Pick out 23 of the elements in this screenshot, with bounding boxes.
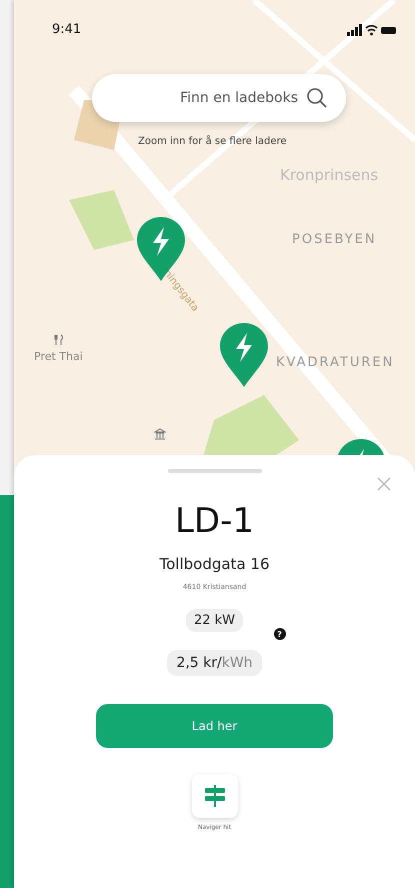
help-button[interactable]: ? <box>274 628 286 640</box>
close-icon[interactable] <box>377 477 391 491</box>
power-chip: 22 kW <box>186 609 244 632</box>
search-icon[interactable] <box>306 87 328 109</box>
map-label: POSEBYEN <box>292 232 377 247</box>
map-label: Pret Thai <box>34 350 83 363</box>
charger-name: LD-1 <box>174 501 254 541</box>
park-area <box>69 190 134 250</box>
price-unit: kWh <box>222 655 253 671</box>
restaurant-icon <box>54 334 64 346</box>
museum-icon <box>154 428 166 440</box>
map-label: Kronprinsens <box>280 166 378 184</box>
drag-handle[interactable] <box>168 469 262 473</box>
charger-street: Tollbodgata 16 <box>160 555 270 573</box>
status-time: 9:41 <box>52 22 82 37</box>
signpost-icon <box>204 783 226 809</box>
navigate-button[interactable] <box>192 774 238 818</box>
search-bar[interactable]: Finn en ladeboks <box>92 74 346 122</box>
map-label: KVADRATUREN <box>276 355 394 370</box>
search-field[interactable]: Finn en ladeboks <box>112 89 300 107</box>
status-icons <box>347 24 397 36</box>
zoom-hint: Zoom inn for å se flere ladere <box>138 136 287 147</box>
price-value: 2,5 kr/ <box>176 655 222 671</box>
